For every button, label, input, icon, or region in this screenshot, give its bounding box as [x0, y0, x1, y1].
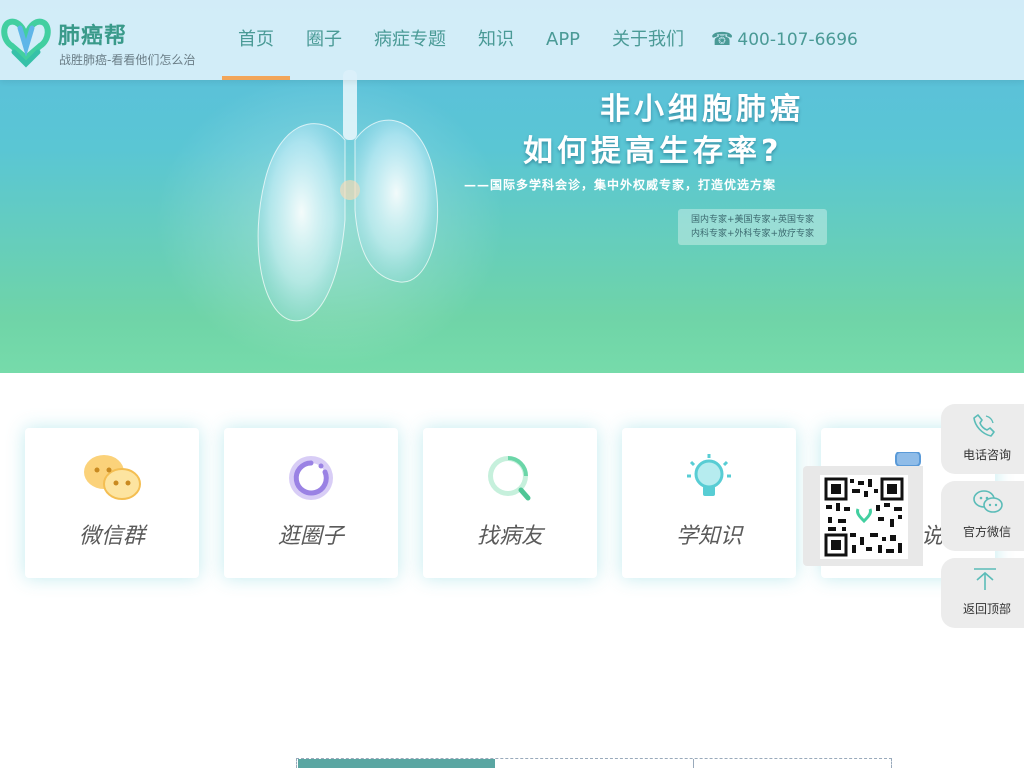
- main-nav: 首页 圈子 病症专题 知识 APP 关于我们: [222, 0, 700, 80]
- logo-subtitle: 战胜肺癌-看看他们怎么治: [59, 53, 196, 67]
- logo-icon[interactable]: [0, 14, 54, 68]
- sidebar-back-to-top[interactable]: 返回顶部: [941, 558, 1024, 628]
- card-label: 找病友: [476, 524, 543, 549]
- phone-icon: [973, 414, 995, 437]
- arrow-up-icon: [974, 568, 996, 590]
- tab-active[interactable]: [298, 759, 495, 768]
- nav-item-app[interactable]: APP: [530, 0, 596, 80]
- lightbulb-icon: [687, 454, 731, 496]
- card-circle[interactable]: 逛圈子: [224, 428, 398, 578]
- circle-icon: [289, 456, 333, 500]
- sidebar-phone-consult[interactable]: 电话咨询: [941, 404, 1024, 474]
- sidebar-wechat-label: 官方微信: [962, 525, 1011, 539]
- phone-number: 400-107-6696: [737, 30, 858, 50]
- banner-subtitle: ——国际多学科会诊，集中外权威专家，打造优选方案: [464, 178, 777, 192]
- banner-title-line1: 非小细胞肺癌: [600, 92, 804, 127]
- search-icon: [488, 456, 531, 501]
- card-label: 学知识: [675, 524, 742, 549]
- nav-item-about[interactable]: 关于我们: [596, 0, 700, 80]
- wechat-icon: [973, 490, 1003, 513]
- banner-title-line2: 如何提高生存率?: [523, 134, 783, 169]
- card-learn-knowledge[interactable]: 学知识: [622, 428, 796, 578]
- nav-item-disease-topics[interactable]: 病症专题: [358, 0, 462, 80]
- nav-item-home[interactable]: 首页: [222, 0, 290, 80]
- logo-title[interactable]: 肺癌帮: [58, 18, 127, 50]
- sidebar-top-label: 返回顶部: [962, 602, 1011, 616]
- wechat-group-icon: [84, 455, 141, 500]
- sidebar-phone-label: 电话咨询: [962, 448, 1011, 462]
- nav-item-knowledge[interactable]: 知识: [462, 0, 530, 80]
- card-wechat-group[interactable]: 微信群: [25, 428, 199, 578]
- card-label: 逛圈子: [277, 524, 344, 549]
- tab-divider: [693, 759, 694, 768]
- wechat-qr-code: [820, 475, 908, 559]
- banner-tag: 国内专家+美国专家+英国专家 内科专家+外科专家+放疗专家: [678, 209, 827, 245]
- banner-tag-line1: 国内专家+美国专家+英国专家: [690, 215, 815, 225]
- site-header: 肺癌帮 战胜肺癌-看看他们怎么治 首页 圈子 病症专题 知识 APP 关于我们 …: [0, 0, 1024, 80]
- header-phone[interactable]: ☎ 400-107-6696: [711, 0, 858, 80]
- banner-tag-line2: 内科专家+外科专家+放疗专家: [690, 229, 815, 239]
- card-label: 微信群: [78, 524, 145, 549]
- sidebar-official-wechat[interactable]: 官方微信: [941, 481, 1024, 551]
- nav-item-circle[interactable]: 圈子: [290, 0, 358, 80]
- card-find-patients[interactable]: 找病友: [423, 428, 597, 578]
- phone-icon: ☎: [711, 29, 734, 50]
- lungs-illustration: [257, 70, 439, 322]
